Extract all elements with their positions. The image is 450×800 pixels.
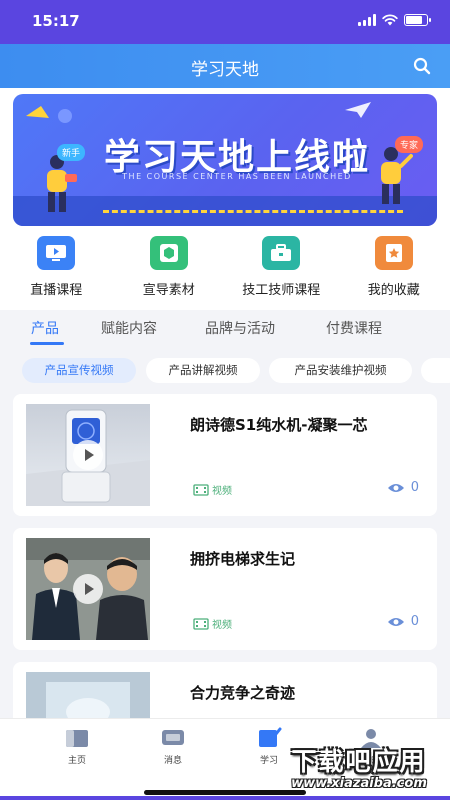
status-bar: 15:17	[0, 0, 450, 44]
video-type-tag: 视频	[193, 616, 232, 631]
play-icon[interactable]	[73, 574, 103, 604]
quick-item-materials[interactable]: 宣导素材	[113, 236, 225, 300]
tab-brand-activities[interactable]: 品牌与活动	[205, 318, 275, 338]
view-count-value: 0	[410, 480, 419, 495]
live-play-icon	[37, 236, 76, 270]
quick-menu: 直播课程 宣导素材 技工技师课程 我的收藏	[0, 236, 450, 300]
chip-promo-video[interactable]: 产品宣传视频	[22, 358, 136, 383]
battery-icon	[404, 14, 431, 26]
watermark-main: 下载吧应用	[291, 747, 427, 776]
home-icon	[66, 730, 88, 747]
quick-item-label: 技工技师课程	[242, 283, 321, 298]
quick-item-favorites[interactable]: 我的收藏	[338, 236, 450, 300]
eye-icon	[387, 617, 404, 626]
chip-install-maintenance-video[interactable]: 产品安装维护视频	[269, 358, 412, 383]
eye-icon	[387, 483, 404, 492]
nav-label: 主页	[67, 756, 86, 766]
banner-subtitle: THE COURSE CENTER HAS BEEN LAUNCHED	[122, 172, 352, 181]
quick-item-label: 直播课程	[30, 283, 83, 298]
film-icon	[193, 617, 209, 630]
quick-item-label: 宣导素材	[142, 283, 195, 298]
category-tabs: 产品 赋能内容 品牌与活动 付费课程	[0, 318, 450, 348]
wifi-icon	[382, 14, 398, 26]
video-type-label: 视频	[212, 486, 232, 497]
chip-explainer-video[interactable]: 产品讲解视频	[146, 358, 260, 383]
toolbox-icon	[262, 236, 301, 270]
video-title: 合力竞争之奇迹	[190, 684, 296, 702]
message-icon	[162, 730, 184, 745]
tab-product[interactable]: 产品	[31, 318, 59, 338]
paper-plane-icon	[345, 102, 371, 118]
watermark: 下载吧应用 www.xiazaiba.com	[272, 742, 446, 796]
quick-item-live-course[interactable]: 直播课程	[0, 236, 112, 300]
signal-icon	[358, 14, 376, 26]
view-count-value: 0	[410, 614, 419, 629]
nav-home[interactable]: 主页	[52, 727, 102, 766]
status-time: 15:17	[32, 12, 80, 30]
nav-label: 消息	[163, 756, 182, 766]
view-count: 0	[387, 480, 419, 495]
bottom-accent	[0, 796, 450, 800]
video-card[interactable]: 拥挤电梯求生记 视频 0	[13, 528, 437, 650]
video-title: 朗诗德S1纯水机-凝聚一芯	[190, 416, 368, 434]
chip-more[interactable]	[421, 358, 450, 383]
badge-expert: 专家	[395, 136, 424, 153]
banner-road-line	[103, 210, 403, 213]
page-title: 学习天地	[191, 60, 259, 80]
watermark-url: www.xiazaiba.com	[291, 776, 427, 791]
video-type-label: 视频	[212, 620, 232, 631]
film-icon	[193, 483, 209, 496]
quick-item-technician-course[interactable]: 技工技师课程	[225, 236, 337, 300]
status-icons	[358, 14, 431, 26]
video-title: 拥挤电梯求生记	[190, 550, 296, 568]
tab-enablement[interactable]: 赋能内容	[101, 318, 157, 338]
video-thumbnail	[26, 404, 150, 506]
video-card[interactable]: 朗诗德S1纯水机-凝聚一芯 视频 0	[13, 394, 437, 516]
video-type-tag: 视频	[193, 482, 232, 497]
quick-item-label: 我的收藏	[367, 283, 420, 298]
tab-underline	[30, 342, 64, 345]
nav-messages[interactable]: 消息	[148, 727, 198, 766]
favorite-star-icon	[374, 236, 413, 270]
student-figure-icon	[47, 155, 77, 212]
app-header: 学习天地	[0, 44, 450, 88]
material-box-icon	[149, 236, 188, 270]
tab-paid-courses[interactable]: 付费课程	[326, 318, 382, 338]
banner-clouds-icon	[26, 106, 72, 123]
search-icon[interactable]	[412, 56, 432, 76]
subcategory-chips: 产品宣传视频 产品讲解视频 产品安装维护视频	[0, 358, 450, 384]
video-thumbnail	[26, 538, 150, 640]
promo-banner[interactable]: 新手 专家 学习天地上线啦 THE COURSE CENTER HAS BEEN…	[13, 94, 437, 226]
view-count: 0	[387, 614, 419, 629]
play-icon[interactable]	[73, 440, 103, 470]
